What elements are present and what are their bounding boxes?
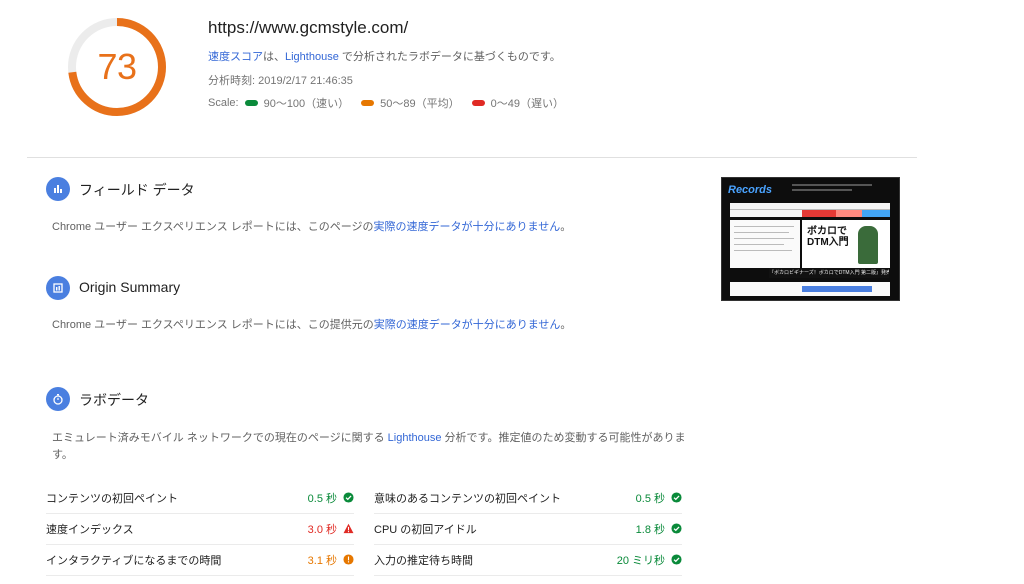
field-text-1: Chrome ユーザー エクスペリエンス レポートには、このページの	[52, 221, 374, 233]
origin-summary-text: Chrome ユーザー エクスペリエンス レポートには、この提供元の実際の速度デ…	[52, 317, 571, 334]
metric-label: 入力の推定待ち時間	[374, 554, 473, 567]
pass-check-icon	[343, 492, 354, 503]
fail-triangle-icon	[343, 523, 354, 534]
metric-value-group: 0.5 秒	[636, 490, 682, 506]
metric-value: 3.1 秒	[307, 554, 337, 567]
thumb-banner: ボカロでDTM入門	[807, 226, 849, 248]
metric-row: インタラクティブになるまでの時間 3.1 秒	[46, 544, 354, 576]
field-data-link[interactable]: 実際の速度データが十分にありません	[374, 221, 561, 233]
average-swatch-icon	[361, 100, 375, 106]
metric-label: インタラクティブになるまでの時間	[46, 554, 222, 567]
desc-text-2: で分析されたラボデータに基づくものです。	[338, 51, 561, 63]
metric-label: コンテンツの初回ペイント	[46, 492, 178, 505]
metric-value-group: 1.8 秒	[636, 521, 682, 537]
pass-check-icon	[671, 554, 682, 565]
lab-data-text: エミュレート済みモバイル ネットワークでの現在のページに関する Lighthou…	[52, 430, 692, 464]
metric-value: 0.5 秒	[635, 492, 665, 505]
metric-value-group: 3.0 秒	[308, 521, 354, 537]
thumb-caption: 『ボカロビギナーズ！ボカロでDTM入門 第二版』発売！	[769, 268, 889, 278]
metric-label: CPU の初回アイドル	[374, 523, 477, 536]
lab-text-3: す。	[52, 449, 73, 461]
origin-data-link[interactable]: 実際の速度データが十分にありません	[374, 319, 561, 331]
good-swatch-icon	[244, 100, 258, 106]
summary-icon	[46, 276, 70, 300]
score-description: 速度スコアは、Lighthouse で分析されたラボデータに基づくものです。	[208, 48, 561, 64]
metric-value: 20 ミリ秒	[616, 554, 665, 567]
speed-score-link[interactable]: 速度スコア	[208, 51, 263, 63]
lab-data-title: ラボデータ	[79, 392, 149, 408]
field-data-title: フィールド データ	[79, 182, 195, 198]
page-screenshot-thumbnail: Records ボカロでDTM入門 『ボカロビギナーズ！ボカロでDTM入門 第二…	[721, 177, 900, 301]
analysis-time: 分析時刻: 2019/2/17 21:46:35	[208, 75, 353, 87]
lab-text-2: 分析です。推定値のため変動する可能性がありま	[441, 432, 686, 444]
metric-label: 速度インデックス	[46, 523, 134, 536]
field-text-2: 。	[560, 221, 572, 233]
pass-check-icon	[671, 523, 682, 534]
metric-label: 意味のあるコンテンツの初回ペイント	[374, 492, 561, 505]
origin-text-2: 。	[560, 319, 572, 331]
thumb-logo: Records	[728, 184, 773, 196]
score-scale-legend: Scale: 90〜100（速い） 50〜89（平均） 0〜49（遅い）	[208, 95, 570, 111]
metric-row: 入力の推定待ち時間 20 ミリ秒	[374, 544, 682, 576]
lab-lighthouse-link[interactable]: Lighthouse	[388, 432, 442, 444]
metric-value: 0.5 秒	[307, 492, 337, 505]
scale-slow: 0〜49（遅い）	[490, 98, 565, 110]
lab-text-1: エミュレート済みモバイル ネットワークでの現在のページに関する	[52, 432, 388, 444]
field-data-text: Chrome ユーザー エクスペリエンス レポートには、このページの実際の速度デ…	[52, 219, 571, 236]
bar-chart-icon	[46, 177, 70, 201]
analyzed-url: https://www.gcmstyle.com/	[208, 18, 409, 37]
desc-text-1: は、	[263, 51, 285, 63]
stopwatch-icon	[46, 387, 70, 411]
lighthouse-link[interactable]: Lighthouse	[285, 51, 339, 63]
performance-score-gauge: 73	[66, 16, 168, 118]
performance-score: 73	[97, 46, 137, 87]
metric-value: 1.8 秒	[635, 523, 665, 536]
header-divider	[27, 157, 917, 158]
slow-swatch-icon	[471, 100, 485, 106]
origin-summary-title: Origin Summary	[79, 279, 181, 295]
metric-row: コンテンツの初回ペイント 0.5 秒	[46, 482, 354, 514]
metric-value-group: 20 ミリ秒	[617, 552, 682, 568]
metric-value: 3.0 秒	[307, 523, 337, 536]
scale-good: 90〜100（速い）	[263, 98, 350, 110]
metric-value-group: 0.5 秒	[308, 490, 354, 506]
scale-average: 50〜89（平均）	[380, 98, 460, 110]
pass-check-icon	[671, 492, 682, 503]
scale-label: Scale:	[208, 97, 239, 109]
metric-value-group: 3.1 秒	[308, 552, 354, 568]
average-info-icon	[343, 554, 354, 565]
metric-row: 意味のあるコンテンツの初回ペイント 0.5 秒	[374, 482, 682, 514]
metric-row: CPU の初回アイドル 1.8 秒	[374, 513, 682, 545]
origin-text-1: Chrome ユーザー エクスペリエンス レポートには、この提供元の	[52, 319, 374, 331]
metric-row: 速度インデックス 3.0 秒	[46, 513, 354, 545]
